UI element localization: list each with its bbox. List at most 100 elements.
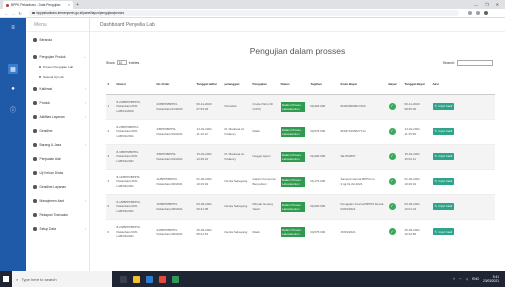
taskbar-clock[interactable]: 9:41 23/03/2021 [483,275,499,283]
sidebar-item-pengujian-produk[interactable]: Pengujian Produk ⌄ [26,55,90,59]
extension-icon[interactable] [476,11,480,15]
taskbar-search-input[interactable]: ⌕ Type here to search [12,271,112,287]
cell-nomor: 8-11/BPPI/BPPI3-Pekanbaru/IX/II-LAB/02/2… [115,168,155,194]
cell-tanggal-bayar: 15-01-2021 15:02:11 [403,143,431,169]
column-header[interactable]: Aksi [431,74,495,95]
new-tab-button[interactable]: + [76,2,79,8]
input-hasil-button[interactable]: ✎ Input hasil [432,177,455,186]
column-header[interactable]: Nomor [115,74,155,95]
check-circle-icon: ✓ [388,203,396,210]
input-hasil-button[interactable]: ✎ Input hasil [432,127,455,136]
table-row: 6 8-24/BPPI/BPPI3-Pekanbaru/IX/II-LAB/03… [106,218,495,244]
sidebar-item-rekapan[interactable]: Rekapan Transaksi [26,213,90,217]
column-header[interactable]: Tanggal Bayar [403,74,431,95]
input-hasil-button[interactable]: ✎ Input hasil [432,228,455,236]
check-circle-icon: ✓ [388,103,396,110]
system-tray: ˄ ◠ ◁ ENG 9:41 23/03/2021 [453,275,505,283]
tab-close-icon[interactable]: × [68,3,70,7]
forward-arrow-icon[interactable]: → [11,11,15,16]
column-header[interactable]: Pengujian [251,74,279,95]
entries-select[interactable]: 10 [116,60,127,65]
page-title: Pengujian dalam prosses [249,46,346,56]
site-favicon-icon [6,3,9,7]
input-hasil-button[interactable]: ✎ Input hasil [432,152,455,161]
cell-pengujian: Nugget Ayam [251,143,279,169]
cell-status: Dalam Proses Laboratorium [279,118,309,144]
speaker-icon[interactable]: ◁ [466,277,468,281]
row-number: 1 [106,93,115,119]
column-header[interactable]: Bayar [387,74,403,95]
location-pin-icon[interactable]: ● [8,84,18,94]
cell-order: 2/BPPI/BPPI3-Pekanbaru/01/2021 [155,118,195,144]
column-header[interactable]: Kode Bayar [339,74,387,95]
cell-tanggal-bayar: 09-11-2020 08:55:30 [403,93,431,119]
chevron-right-icon: › [84,199,86,203]
column-header[interactable]: Status [279,74,309,95]
back-arrow-icon[interactable]: ← [4,11,8,16]
input-hasil-button[interactable]: ✎ Input hasil [432,102,455,111]
sidebar-item-uji-keluar[interactable]: Uji Keluar Dinas [26,171,90,175]
file-explorer-icon[interactable] [133,275,140,283]
button-label: Input hasil [438,129,453,134]
sidebar-item-aset[interactable]: Manajemen Aset › [26,199,90,203]
sidebar-subitem-proses[interactable]: Proses Pengujian Lab [26,65,90,69]
row-number: 2 [106,118,115,144]
sidebar-item-label: Pengujian Produk [39,55,66,59]
column-header[interactable]: No Order [155,74,195,95]
sidebar-item-label: Manajemen Aset [39,199,65,203]
sidebar-item-kalibrasi[interactable]: Kalibrasi › [26,87,90,91]
edit-icon: ✎ [434,179,438,184]
status-badge: Dalam Proses Laboratorium [280,201,305,212]
column-header[interactable]: Tanggal daftar [195,74,223,95]
windows-start-icon[interactable] [0,271,12,287]
sidebar-item-deadline[interactable]: Deadline [26,129,90,133]
sidebar-item-barang-jasa[interactable]: Barang & Jasa › [26,143,90,147]
cart-icon [33,143,37,147]
input-hasil-button[interactable]: ✎ Input hasil [432,202,455,211]
table-header-row: # Nomor No Order Tanggal daftar pelangga… [106,74,495,95]
sidebar-item-aktifitas[interactable]: Aktifitas Layanan › [26,115,90,119]
cell-tanggal: 09-11-2020 07:53:32 [195,93,223,119]
hamburger-menu-icon[interactable]: ≡ [8,23,18,33]
sidebar-item-beranda[interactable]: Beranda [26,38,90,42]
excel-icon[interactable] [172,275,179,283]
browser-tab[interactable]: BPPK Pekanbaru - Data Pengujian × [3,1,73,9]
close-window-button[interactable]: ✕ [496,2,499,7]
star-icon[interactable] [468,11,472,15]
column-header[interactable]: # [106,74,115,95]
minimize-button[interactable]: — [474,2,478,7]
cell-aksi: ✎ Input hasil [431,143,495,169]
profile-avatar[interactable] [484,11,488,15]
status-badge: Dalam Proses Laboratorium [280,151,305,162]
calendar-icon [33,185,37,189]
gauge-icon [33,87,37,91]
button-label: Input hasil [438,204,453,209]
sidebar-subitem-selesai[interactable]: Selesai Uji Lab [26,75,90,79]
chrome-icon[interactable] [159,275,166,283]
column-header[interactable]: Tagihan [309,74,339,95]
cell-pelanggan: Petrudan [223,93,251,119]
sidebar-item-penjualan[interactable]: Penjualan Alat [26,157,90,161]
cell-status: Dalam Proses Laboratorium [279,93,309,119]
language-indicator[interactable]: ENG [472,277,479,281]
search-input[interactable] [457,60,493,66]
reload-icon[interactable]: ↻ [18,11,22,16]
sidebar-item-produk[interactable]: Produk › [26,101,90,105]
edge-icon[interactable] [146,275,153,283]
cell-pelanggan: M. Maulana Al-Fitdauzy [223,143,251,169]
sidebar-item-setup[interactable]: Setup Data › [26,227,90,231]
sidebar-item-deadline-layanan[interactable]: Deadline Layanan [26,185,90,189]
cell-status: Dalam Proses Laboratorium [279,218,309,244]
maximize-button[interactable]: ❐ [485,2,489,7]
column-header[interactable]: pelanggan [223,74,251,95]
up-arrow-icon[interactable]: ˄ [453,277,455,281]
wifi-icon[interactable]: ◠ [459,277,462,281]
task-view-icon[interactable] [120,275,127,283]
info-icon[interactable]: ⓘ [8,104,18,114]
cell-aksi: ✎ Input hasil [431,118,495,144]
icon-rail: ≡ ▦ ● ⓘ [0,18,26,271]
apps-icon[interactable]: ▦ [8,64,18,74]
search-label: Search: [442,61,455,65]
url-input[interactable]: bpppekanbaru.kemenperin.go.id/panel/lapo… [29,10,459,16]
sidebar-item-label: Uji Keluar Dinas [39,171,64,175]
